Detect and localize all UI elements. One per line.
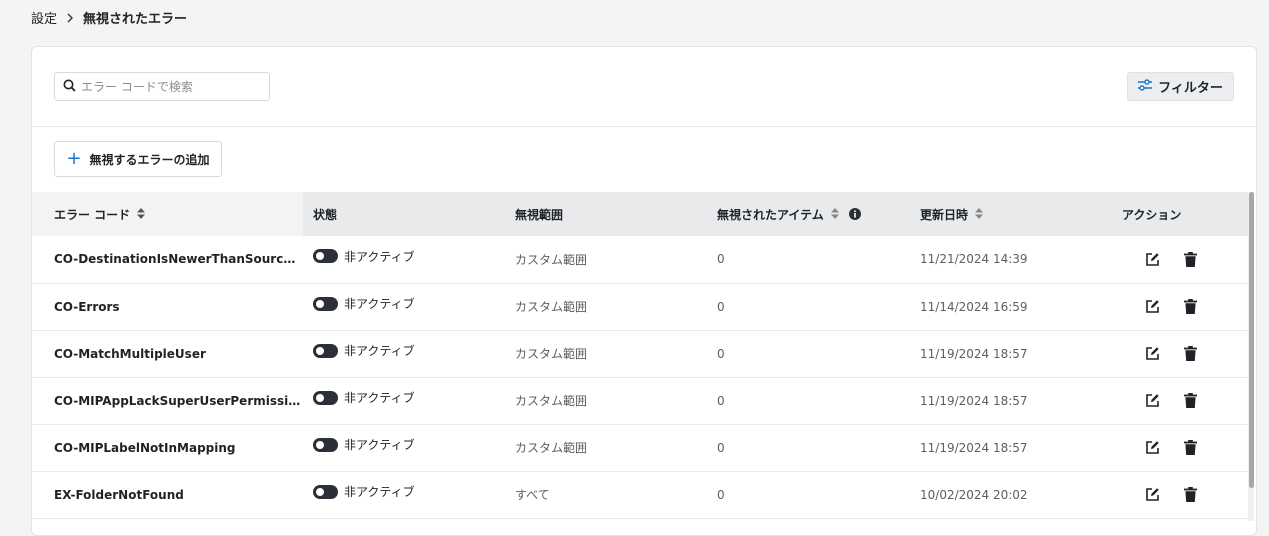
status-cell: 非アクティブ bbox=[303, 377, 505, 425]
status-toggle[interactable] bbox=[313, 249, 338, 264]
table-row[interactable]: CO-MIPAppLackSuperUserPermission 非アクティブ … bbox=[32, 377, 1250, 425]
actions-cell bbox=[1112, 424, 1250, 472]
updated-cell: 11/19/2024 18:57 bbox=[910, 377, 1112, 425]
updated-cell: 11/19/2024 18:57 bbox=[910, 330, 1112, 378]
scrollbar-thumb[interactable] bbox=[1249, 192, 1254, 488]
edit-icon[interactable] bbox=[1143, 486, 1161, 504]
table-row[interactable]: CO-MatchMultipleUser 非アクティブ カスタム範囲 0 11/… bbox=[32, 330, 1250, 378]
sliders-icon bbox=[1138, 78, 1153, 95]
column-header-code[interactable]: エラー コード bbox=[32, 192, 303, 236]
search-input[interactable] bbox=[81, 79, 261, 94]
status-label: 非アクティブ bbox=[344, 344, 415, 358]
actions-cell bbox=[1112, 471, 1250, 519]
status-label: 非アクティブ bbox=[344, 391, 415, 405]
scope-cell: カスタム範囲 bbox=[505, 283, 707, 331]
status-cell: 非アクティブ bbox=[303, 424, 505, 472]
chevron-right-icon bbox=[63, 11, 77, 25]
error-code-cell[interactable]: CO-DestinationIsNewerThanSourceWa... bbox=[32, 236, 303, 284]
status-label: 非アクティブ bbox=[344, 297, 415, 311]
search-icon bbox=[63, 77, 76, 96]
column-header-status: 状態 bbox=[303, 192, 505, 236]
trash-icon[interactable] bbox=[1181, 250, 1199, 268]
table-row[interactable]: EX-FolderNotFound 非アクティブ すべて 0 10/02/202… bbox=[32, 471, 1250, 519]
column-header-items[interactable]: 無視されたアイテム bbox=[707, 192, 910, 236]
sort-icon[interactable] bbox=[137, 208, 146, 222]
trash-icon[interactable] bbox=[1181, 439, 1199, 457]
table-row[interactable]: CO-DestinationIsNewerThanSourceWa... 非アク… bbox=[32, 236, 1250, 284]
ignored-errors-table: エラー コード 状態 無視範囲 無視されたアイテム 更新日時 アクション CO-… bbox=[32, 192, 1250, 519]
updated-cell: 10/02/2024 20:02 bbox=[910, 471, 1112, 519]
actions-cell bbox=[1112, 283, 1250, 331]
sort-icon[interactable] bbox=[831, 208, 839, 222]
edit-icon[interactable] bbox=[1143, 345, 1161, 363]
trash-icon[interactable] bbox=[1181, 392, 1199, 410]
ignored-items-cell: 0 bbox=[707, 236, 910, 284]
edit-icon[interactable] bbox=[1143, 250, 1161, 268]
status-label: 非アクティブ bbox=[344, 249, 415, 264]
error-code-cell[interactable]: EX-FolderNotFound bbox=[32, 471, 303, 519]
table-header-row: エラー コード 状態 無視範囲 無視されたアイテム 更新日時 アクション bbox=[32, 192, 1250, 236]
scope-cell: すべて bbox=[505, 471, 707, 519]
column-header-scope: 無視範囲 bbox=[505, 192, 707, 236]
breadcrumb-root[interactable]: 設定 bbox=[31, 8, 57, 27]
ignored-items-cell: 0 bbox=[707, 377, 910, 425]
filter-button[interactable]: フィルター bbox=[1127, 72, 1234, 101]
sort-icon[interactable] bbox=[975, 208, 984, 222]
status-label: 非アクティブ bbox=[344, 485, 415, 499]
ignored-items-cell: 0 bbox=[707, 330, 910, 378]
status-cell: 非アクティブ bbox=[303, 330, 505, 378]
actions-cell bbox=[1112, 330, 1250, 378]
actions-cell bbox=[1112, 377, 1250, 425]
search-box[interactable] bbox=[54, 72, 270, 101]
column-header-actions: アクション bbox=[1112, 192, 1250, 236]
table-row[interactable]: CO-Errors 非アクティブ カスタム範囲 0 11/14/2024 16:… bbox=[32, 283, 1250, 331]
status-toggle[interactable] bbox=[313, 343, 338, 358]
scope-cell: カスタム範囲 bbox=[505, 330, 707, 378]
trash-icon[interactable] bbox=[1181, 298, 1199, 316]
status-label: 非アクティブ bbox=[344, 438, 415, 452]
toolbar-divider bbox=[32, 126, 1256, 127]
trash-icon[interactable] bbox=[1181, 486, 1199, 504]
updated-cell: 11/19/2024 18:57 bbox=[910, 424, 1112, 472]
error-code-cell[interactable]: CO-Errors bbox=[32, 283, 303, 331]
status-cell: 非アクティブ bbox=[303, 283, 505, 331]
edit-icon[interactable] bbox=[1143, 392, 1161, 410]
scope-cell: カスタム範囲 bbox=[505, 377, 707, 425]
edit-icon[interactable] bbox=[1143, 439, 1161, 457]
status-toggle[interactable] bbox=[313, 390, 338, 405]
column-header-updated[interactable]: 更新日時 bbox=[910, 192, 1112, 236]
add-label: 無視するエラーの追加 bbox=[89, 152, 210, 167]
ignored-errors-panel: フィルター + 無視するエラーの追加 エラー コード 状態 無視範囲 無視された bbox=[31, 46, 1257, 536]
scope-cell: カスタム範囲 bbox=[505, 424, 707, 472]
status-toggle[interactable] bbox=[313, 484, 338, 499]
error-code-cell[interactable]: CO-MIPLabelNotInMapping bbox=[32, 424, 303, 472]
ignored-items-cell: 0 bbox=[707, 471, 910, 519]
info-icon[interactable] bbox=[849, 207, 862, 223]
filter-label: フィルター bbox=[1158, 81, 1223, 96]
add-ignored-error-button[interactable]: + 無視するエラーの追加 bbox=[54, 141, 222, 177]
trash-icon[interactable] bbox=[1181, 345, 1199, 363]
status-toggle[interactable] bbox=[313, 296, 338, 311]
breadcrumb: 設定 無視されたエラー bbox=[31, 8, 187, 27]
table-row[interactable]: CO-MIPLabelNotInMapping 非アクティブ カスタム範囲 0 … bbox=[32, 424, 1250, 472]
status-cell: 非アクティブ bbox=[303, 471, 505, 519]
plus-icon: + bbox=[66, 148, 82, 169]
status-cell: 非アクティブ bbox=[303, 236, 505, 284]
error-code-cell[interactable]: CO-MatchMultipleUser bbox=[32, 330, 303, 378]
actions-cell bbox=[1112, 236, 1250, 284]
updated-cell: 11/14/2024 16:59 bbox=[910, 283, 1112, 331]
status-toggle[interactable] bbox=[313, 437, 338, 452]
edit-icon[interactable] bbox=[1143, 298, 1161, 316]
updated-cell: 11/21/2024 14:39 bbox=[910, 236, 1112, 284]
breadcrumb-current: 無視されたエラー bbox=[83, 12, 188, 27]
ignored-items-cell: 0 bbox=[707, 424, 910, 472]
error-code-cell[interactable]: CO-MIPAppLackSuperUserPermission bbox=[32, 377, 303, 425]
scope-cell: カスタム範囲 bbox=[505, 236, 707, 284]
ignored-items-cell: 0 bbox=[707, 283, 910, 331]
